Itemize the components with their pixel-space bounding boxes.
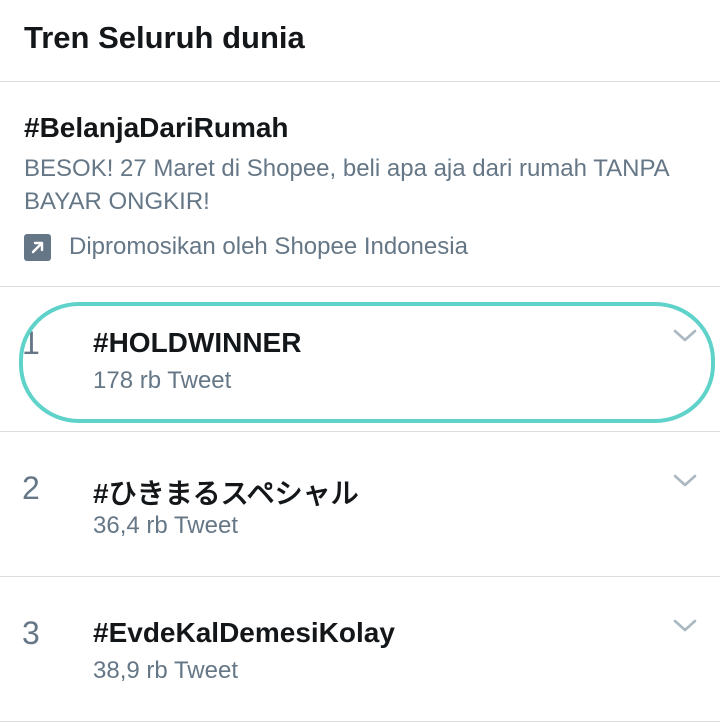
chevron-down-icon[interactable] <box>672 617 698 635</box>
trend-rank: 1 <box>22 325 40 361</box>
promoted-trend[interactable]: #BelanjaDariRumah BESOK! 27 Maret di Sho… <box>0 82 720 287</box>
promoted-by-label: Dipromosikan oleh Shopee Indonesia <box>69 233 468 260</box>
promoted-description: BESOK! 27 Maret di Shopee, beli apa aja … <box>24 155 669 215</box>
trend-item-1[interactable]: 1 #HOLDWINNER 178 rb Tweet <box>0 287 720 432</box>
promoted-arrow-icon <box>24 233 51 261</box>
chevron-down-icon[interactable] <box>672 327 698 345</box>
trend-name[interactable]: #EvdeKalDemesiKolay <box>93 617 395 649</box>
trends-header: Tren Seluruh dunia <box>0 0 720 82</box>
promoted-by-row: Dipromosikan oleh Shopee Indonesia <box>24 232 468 262</box>
trend-tweet-count: 36,4 rb Tweet <box>93 512 238 539</box>
trend-tweet-count: 38,9 rb Tweet <box>93 657 238 684</box>
page-title: Tren Seluruh dunia <box>24 20 305 55</box>
trend-item-3[interactable]: 3 #EvdeKalDemesiKolay 38,9 rb Tweet <box>0 577 720 722</box>
trend-item-2[interactable]: 2 #ひきまるスペシャル 36,4 rb Tweet <box>0 432 720 577</box>
trend-rank: 3 <box>22 615 40 651</box>
trend-name[interactable]: #HOLDWINNER <box>93 327 301 359</box>
chevron-down-icon[interactable] <box>672 472 698 490</box>
promoted-hashtag[interactable]: #BelanjaDariRumah <box>24 112 289 144</box>
trend-rank: 2 <box>22 470 40 506</box>
trend-tweet-count: 178 rb Tweet <box>93 367 232 394</box>
trend-name[interactable]: #ひきまるスペシャル <box>93 472 359 512</box>
